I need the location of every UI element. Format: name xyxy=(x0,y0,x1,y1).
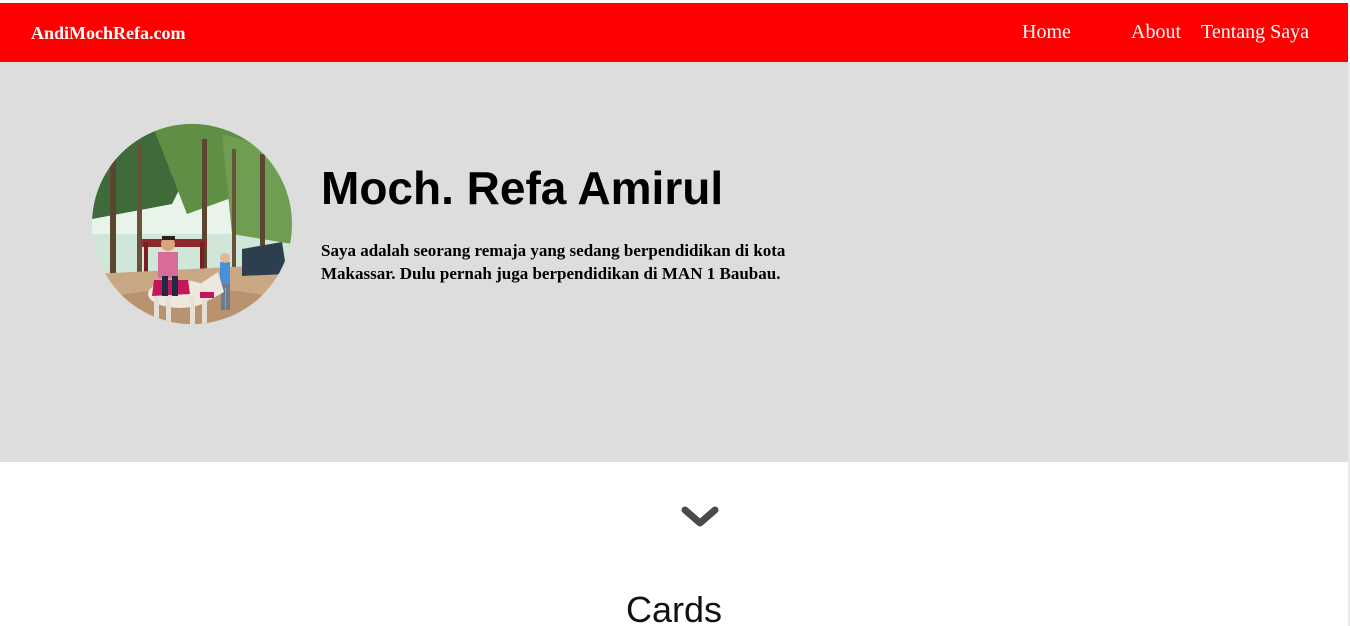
nav-link-home[interactable]: Home xyxy=(1022,20,1071,44)
profile-photo xyxy=(92,124,292,324)
nav-link-tentang-saya[interactable]: Tentang Saya xyxy=(1201,20,1309,44)
brand-link[interactable]: AndiMochRefa.com xyxy=(31,22,185,44)
profile-name: Moch. Refa Amirul xyxy=(321,162,724,214)
hero-section: Moch. Refa Amirul Saya adalah seorang re… xyxy=(0,62,1348,462)
profile-description: Saya adalah seorang remaja yang sedang b… xyxy=(321,241,786,283)
nav-link-about[interactable]: About xyxy=(1131,20,1181,44)
chevron-down-icon[interactable] xyxy=(680,505,720,529)
profile-photo-image xyxy=(92,124,292,324)
page: AndiMochRefa.com Home About Tentang Saya xyxy=(0,0,1350,626)
navbar: AndiMochRefa.com Home About Tentang Saya xyxy=(0,3,1348,62)
section-title-cards: Cards xyxy=(625,589,723,626)
chevron-down-icon-graphic xyxy=(681,506,719,527)
